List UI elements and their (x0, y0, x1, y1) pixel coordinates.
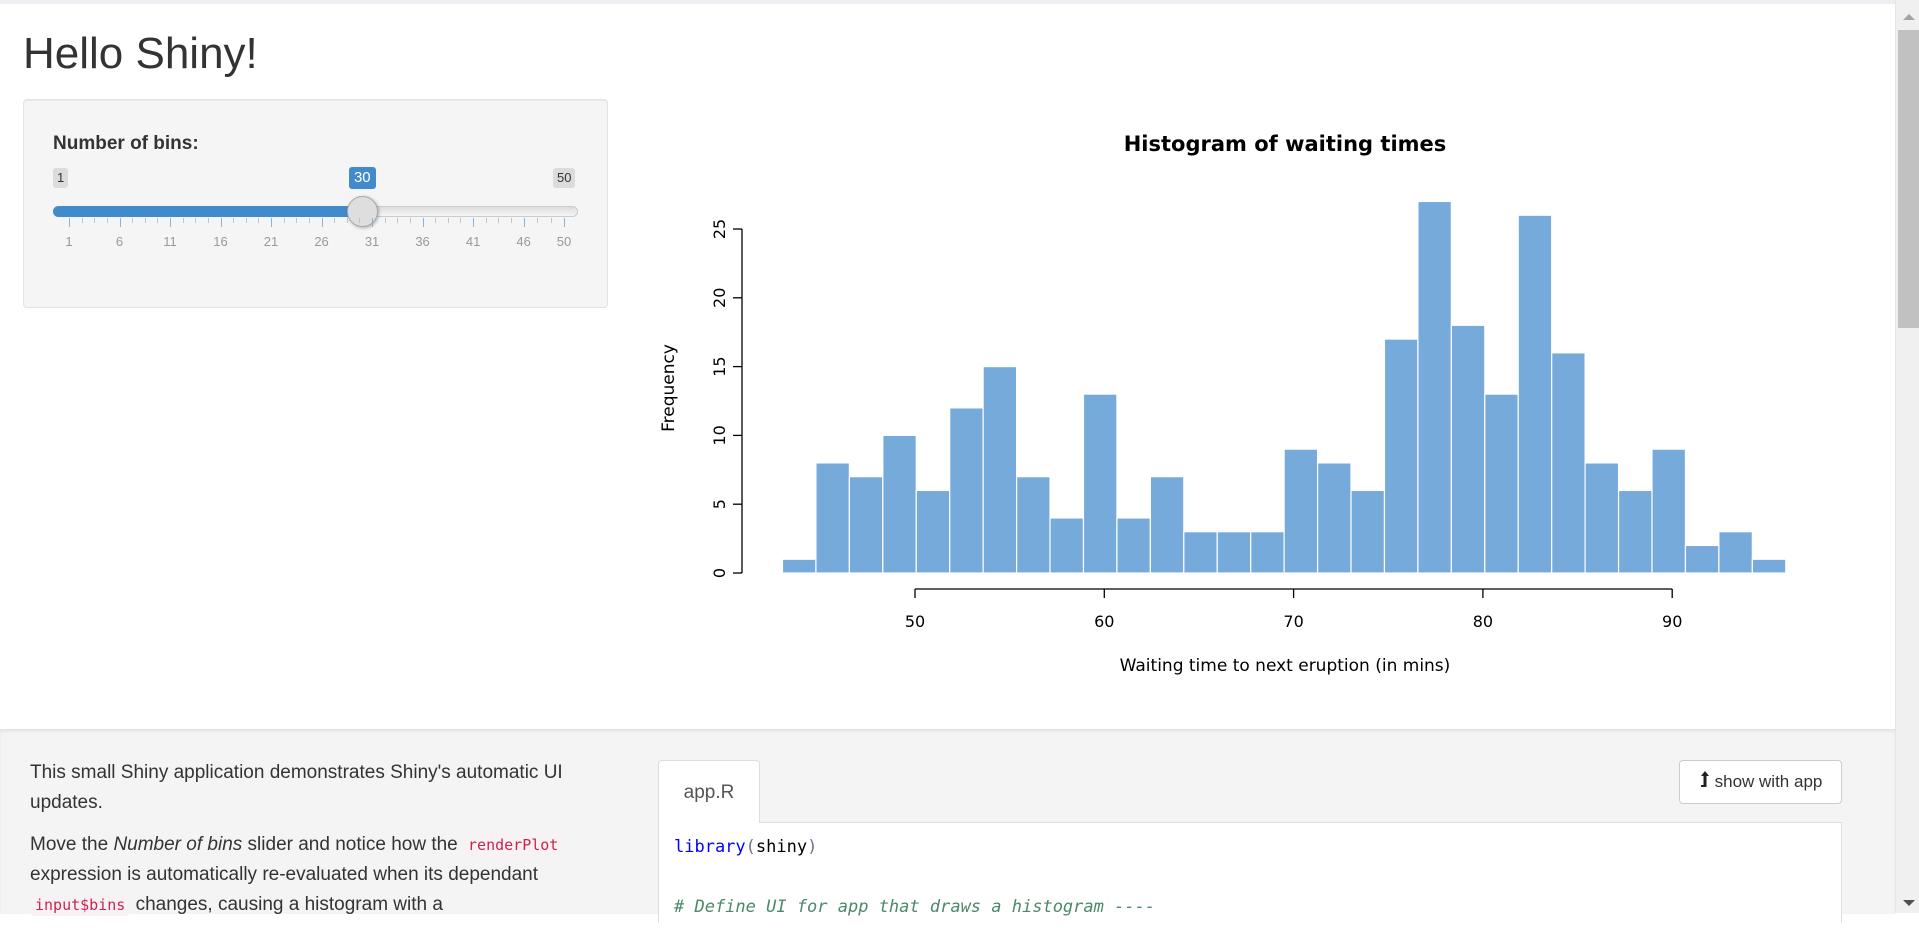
x-axis-label: Waiting time to next eruption (in mins) (1120, 656, 1451, 676)
histogram-bar (1183, 531, 1218, 574)
histogram-bar (1751, 558, 1787, 574)
histogram-bar (848, 476, 884, 574)
code-argument: shiny (755, 837, 808, 857)
show-with-app-button[interactable]: show with app (1679, 760, 1842, 804)
x-tick-label: 50 (905, 612, 925, 631)
scroll-up-arrow-icon[interactable] (1903, 14, 1915, 20)
y-axis-label: Frequency (659, 344, 679, 432)
text: slider and notice how the (242, 834, 464, 855)
histogram-bar (1383, 338, 1419, 574)
tab-app-r[interactable]: app.R (658, 760, 760, 823)
text: expression is automatically re-evaluated… (30, 864, 539, 885)
histogram-bar (1450, 324, 1486, 574)
y-tick-label: 15 (710, 356, 729, 376)
histogram-bar (1617, 489, 1653, 574)
chart-title: Histogram of waiting times (1124, 132, 1447, 156)
histogram-bar (1149, 476, 1185, 574)
histogram-bar (1651, 448, 1687, 574)
description-paragraph-2: Move the Number of bins slider and notic… (30, 830, 620, 920)
description: This small Shiny application demonstrate… (30, 758, 620, 932)
histogram-bar (1584, 462, 1620, 574)
y-tick-label: 5 (710, 499, 729, 509)
scrollbar-thumb[interactable] (1898, 30, 1919, 328)
histogram-bar (915, 489, 951, 574)
code-panel: library(shiny) # Define UI for app that … (658, 823, 1842, 923)
y-tick-label: 20 (710, 288, 729, 308)
y-tick-label: 25 (710, 219, 729, 239)
histogram-bar (1283, 448, 1319, 574)
code-paren: ) (807, 837, 818, 857)
histogram-chart: Histogram of waiting times Frequency Wai… (659, 132, 1787, 676)
level-up-icon (1699, 770, 1711, 795)
histogram-bar (1015, 476, 1051, 574)
show-with-app-label: show with app (1714, 772, 1823, 791)
x-tick-label: 90 (1662, 612, 1682, 631)
x-axis: 50 60 70 80 90 (905, 588, 1682, 631)
text: Move the (30, 834, 114, 855)
code-paren: ( (745, 837, 756, 857)
histogram-bar (1718, 531, 1753, 574)
histogram-bar (1350, 489, 1386, 574)
scroll-down-arrow-icon[interactable] (1903, 900, 1915, 906)
histogram-bar (1517, 214, 1553, 574)
histogram-bar (1484, 393, 1519, 574)
histogram-bar (1417, 200, 1452, 574)
code-line-3: # Define UI for app that draws a histogr… (674, 897, 1156, 917)
histogram-bar (1116, 517, 1151, 574)
histogram-bar (781, 558, 817, 574)
code-section: This small Shiny application demonstrate… (0, 729, 1895, 923)
y-tick-label: 0 (710, 568, 729, 578)
histogram-bar (982, 366, 1018, 574)
bars-group (781, 200, 1787, 574)
text: changes, causing a histogram with a (130, 894, 443, 915)
y-tick-label: 10 (710, 425, 729, 445)
histogram-bar (1684, 544, 1720, 574)
histogram-bar (1049, 517, 1085, 574)
x-tick-label: 80 (1473, 612, 1493, 631)
y-axis: 0 5 10 15 20 25 (710, 219, 743, 578)
x-tick-label: 70 (1283, 612, 1303, 631)
description-paragraph-1: This small Shiny application demonstrate… (30, 762, 563, 813)
inline-code-renderplot: renderPlot (463, 834, 564, 856)
histogram-bar (1082, 393, 1118, 574)
histogram-bar (1250, 531, 1285, 574)
x-tick-label: 60 (1094, 612, 1114, 631)
code-line-1: library(shiny) (674, 837, 817, 857)
histogram-bar (882, 434, 917, 574)
histogram-bar (815, 462, 850, 574)
histogram-bar (1216, 531, 1252, 574)
histogram-bar (1316, 462, 1352, 574)
histogram-bar (1551, 352, 1586, 574)
code-function: library (674, 837, 746, 857)
page-scrollbar[interactable] (1895, 0, 1919, 913)
histogram-bar (949, 407, 984, 574)
emphasis-text: Number of bins (113, 834, 243, 855)
